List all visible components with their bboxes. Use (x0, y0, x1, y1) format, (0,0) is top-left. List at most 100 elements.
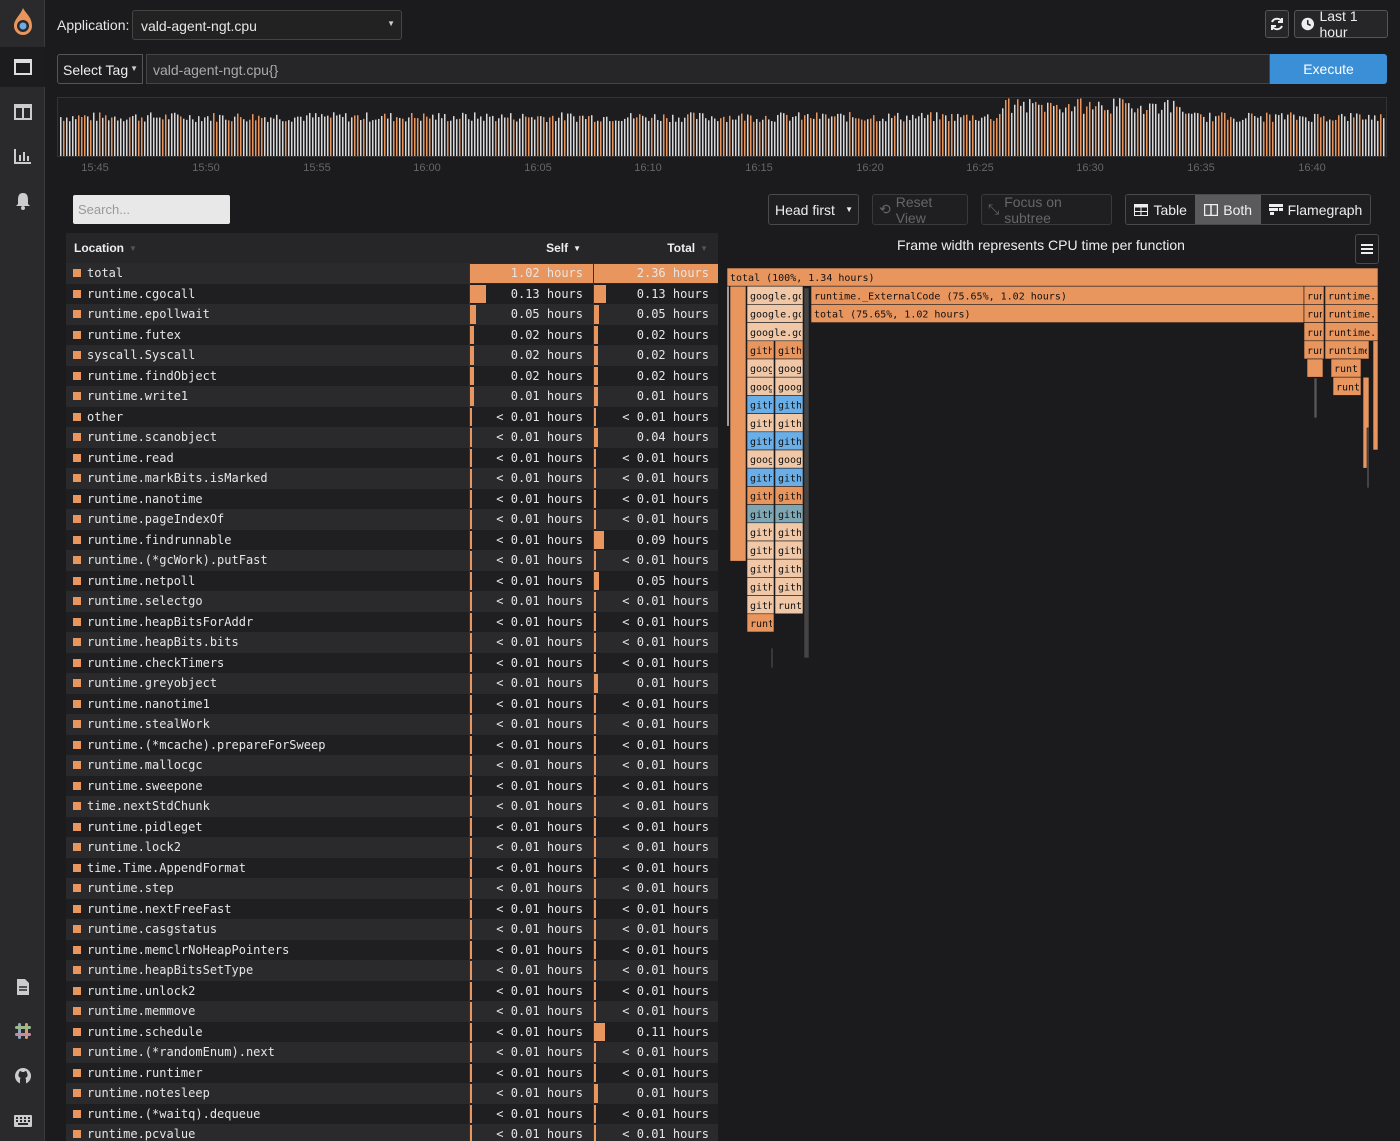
flame-frame[interactable]: githu (774, 395, 808, 414)
flame-frame[interactable]: githu (774, 504, 808, 524)
table-row[interactable]: runtime.schedule < 0.01 hours 0.11 hours (66, 1021, 718, 1042)
flame-frame[interactable]: gith (746, 504, 775, 524)
focus-subtree-button[interactable]: ⤡ Focus on subtree (981, 194, 1112, 226)
flame-frame[interactable]: runtime._ExternalCode (75.65%, 1.02 hour… (810, 285, 1305, 305)
flame-frame[interactable] (770, 647, 774, 669)
table-row[interactable]: runtime.(*waitq).dequeue < 0.01 hours < 0.… (66, 1103, 718, 1124)
flame-frame[interactable]: google.go (746, 304, 804, 323)
single-view-icon[interactable] (0, 47, 45, 87)
search-input[interactable]: Search... (73, 195, 230, 224)
flame-frame[interactable]: runtime.park (1324, 304, 1379, 323)
table-row[interactable]: runtime.step < 0.01 hours < 0.01 hours (66, 878, 718, 899)
flame-frame[interactable]: githu (774, 413, 808, 433)
flame-frame[interactable] (1306, 358, 1324, 378)
flame-frame[interactable]: runt (746, 613, 775, 633)
flame-frame[interactable]: gith (746, 577, 775, 596)
flame-frame[interactable]: run (1303, 340, 1325, 360)
flame-frame[interactable]: runt (1332, 376, 1362, 396)
flamegraph-canvas[interactable]: total (100%, 1.34 hours) google.go runtime… (726, 267, 1379, 688)
flame-frame[interactable]: goog (746, 376, 775, 396)
flame-frame[interactable]: gith (746, 522, 775, 542)
flame-frame[interactable] (803, 287, 810, 659)
slack-icon[interactable] (0, 1011, 45, 1051)
table-row[interactable]: runtime.greyobject < 0.01 hours 0.01 hours (66, 673, 718, 694)
flame-frame[interactable]: gith (746, 486, 775, 505)
flame-frame[interactable] (1366, 427, 1370, 489)
table-row[interactable]: runtime.heapBitsForAddr < 0.01 hours < 0.0… (66, 611, 718, 632)
table-row[interactable]: runtime.nanotime1 < 0.01 hours < 0.01 hour… (66, 693, 718, 714)
time-range-button[interactable]: Last 1 hour (1294, 8, 1388, 40)
table-row[interactable]: runtime.write1 0.01 hours 0.01 hours (66, 386, 718, 407)
table-row[interactable]: runtime.memmove < 0.01 hours < 0.01 hours (66, 1001, 718, 1022)
flame-frame[interactable]: google.go (746, 322, 804, 342)
column-header-location[interactable]: Location ▼ (66, 233, 469, 263)
flame-frame[interactable] (1372, 340, 1379, 451)
flame-frame[interactable]: gith (746, 467, 775, 487)
timeline-chart[interactable] (57, 97, 1387, 157)
flame-frame[interactable]: gith (746, 431, 775, 451)
table-row[interactable]: runtime.markBits.isMarked < 0.01 hours < 0… (66, 468, 718, 489)
view-table-button[interactable]: Table (1126, 195, 1196, 224)
table-row[interactable]: runtime.pcvalue < 0.01 hours < 0.01 hours (66, 1124, 718, 1141)
query-input[interactable]: vald-agent-ngt.cpu{} (146, 54, 1270, 84)
pyroscope-logo-icon[interactable] (0, 2, 45, 42)
application-select[interactable]: vald-agent-ngt.cpu ▼ (132, 10, 402, 40)
flame-frame[interactable]: google.go (746, 285, 804, 305)
flame-frame[interactable]: googl (774, 358, 808, 378)
flame-frame[interactable]: githu (774, 522, 808, 542)
table-row[interactable]: runtime.unlock2 < 0.01 hours < 0.01 hours (66, 980, 718, 1001)
flame-frame[interactable]: githu (774, 467, 808, 487)
table-row[interactable]: runtime.runtimer < 0.01 hours < 0.01 hours (66, 1062, 718, 1083)
flame-frame[interactable]: gith (746, 340, 775, 360)
execute-button[interactable]: Execute (1270, 54, 1387, 84)
table-row[interactable]: runtime.checkTimers < 0.01 hours < 0.01 ho… (66, 652, 718, 673)
column-header-self[interactable]: Self ▼ (469, 233, 593, 263)
flame-frame[interactable]: githu (774, 577, 808, 596)
reset-view-button[interactable]: ⟲ Reset View (872, 194, 968, 226)
table-row[interactable]: syscall.Syscall 0.02 hours 0.02 hours (66, 345, 718, 366)
flamegraph-menu-button[interactable] (1355, 234, 1379, 264)
table-row[interactable]: runtime.heapBitsSetType < 0.01 hours < 0.0… (66, 960, 718, 981)
table-row[interactable]: runtime.stealWork < 0.01 hours < 0.01 hour… (66, 714, 718, 735)
select-tag-dropdown[interactable]: Select Tag ▼ (57, 54, 143, 84)
flame-frame[interactable]: gith (746, 558, 775, 578)
flame-frame[interactable]: googl (774, 376, 808, 396)
table-row[interactable]: runtime.selectgo < 0.01 hours < 0.01 hours (66, 591, 718, 612)
flame-frame[interactable]: runt (774, 595, 804, 615)
table-row[interactable]: runtime.pidleget < 0.01 hours < 0.01 hours (66, 816, 718, 837)
table-row[interactable]: runtime.nextFreeFast < 0.01 hours < 0.01 h… (66, 898, 718, 919)
flame-frame[interactable]: githu (774, 540, 808, 560)
table-row[interactable]: runtime.findrunnable < 0.01 hours 0.09 hou… (66, 529, 718, 550)
flame-frame[interactable]: goog (746, 358, 775, 378)
flame-frame[interactable]: gith (746, 413, 775, 433)
flame-frame[interactable]: googl (774, 449, 808, 469)
flame-frame[interactable] (726, 285, 730, 427)
table-row[interactable]: time.nextStdChunk < 0.01 hours < 0.01 hour… (66, 796, 718, 817)
flame-frame[interactable]: runtime.mcall (1324, 285, 1379, 305)
column-header-total[interactable]: Total ▼ (593, 233, 718, 263)
flame-frame[interactable]: githu (774, 486, 808, 505)
table-row[interactable]: runtime.futex 0.02 hours 0.02 hours (66, 324, 718, 345)
table-row[interactable]: runtime.findObject 0.02 hours 0.02 hours (66, 365, 718, 386)
sort-mode-select[interactable]: Head first ▼ (768, 194, 859, 225)
table-row[interactable]: runtime.heapBits.bits < 0.01 hours < 0.01 … (66, 632, 718, 653)
table-row[interactable]: runtime.lock2 < 0.01 hours < 0.01 hours (66, 837, 718, 858)
refresh-button[interactable] (1265, 10, 1289, 38)
comparison-view-icon[interactable] (0, 92, 45, 132)
table-row[interactable]: runtime.notesleep < 0.01 hours 0.01 hours (66, 1083, 718, 1104)
flame-frame[interactable]: goog (746, 449, 775, 469)
table-row[interactable]: total 1.02 hours 2.36 hours (66, 263, 718, 284)
table-row[interactable]: runtime.casgstatus < 0.01 hours < 0.01 hou… (66, 919, 718, 940)
flame-frame[interactable]: gith (746, 540, 775, 560)
documentation-icon[interactable] (0, 967, 45, 1007)
flame-frame[interactable]: githu (774, 431, 808, 451)
table-row[interactable]: runtime.(*randomEnum).next < 0.01 hours < … (66, 1042, 718, 1063)
flame-frame[interactable]: run (1303, 322, 1325, 342)
table-row[interactable]: runtime.mallocgc < 0.01 hours < 0.01 hours (66, 755, 718, 776)
table-row[interactable]: runtime.netpoll < 0.01 hours 0.05 hours (66, 570, 718, 591)
keyboard-shortcuts-icon[interactable] (0, 1101, 45, 1141)
table-row[interactable]: runtime.(*mcache).prepareForSweep < 0.01 … (66, 734, 718, 755)
table-row[interactable]: runtime.sweepone < 0.01 hours < 0.01 hours (66, 775, 718, 796)
flame-frame[interactable]: total (100%, 1.34 hours) (726, 267, 1379, 287)
flame-frame[interactable]: runtime.schedule (1324, 322, 1379, 342)
